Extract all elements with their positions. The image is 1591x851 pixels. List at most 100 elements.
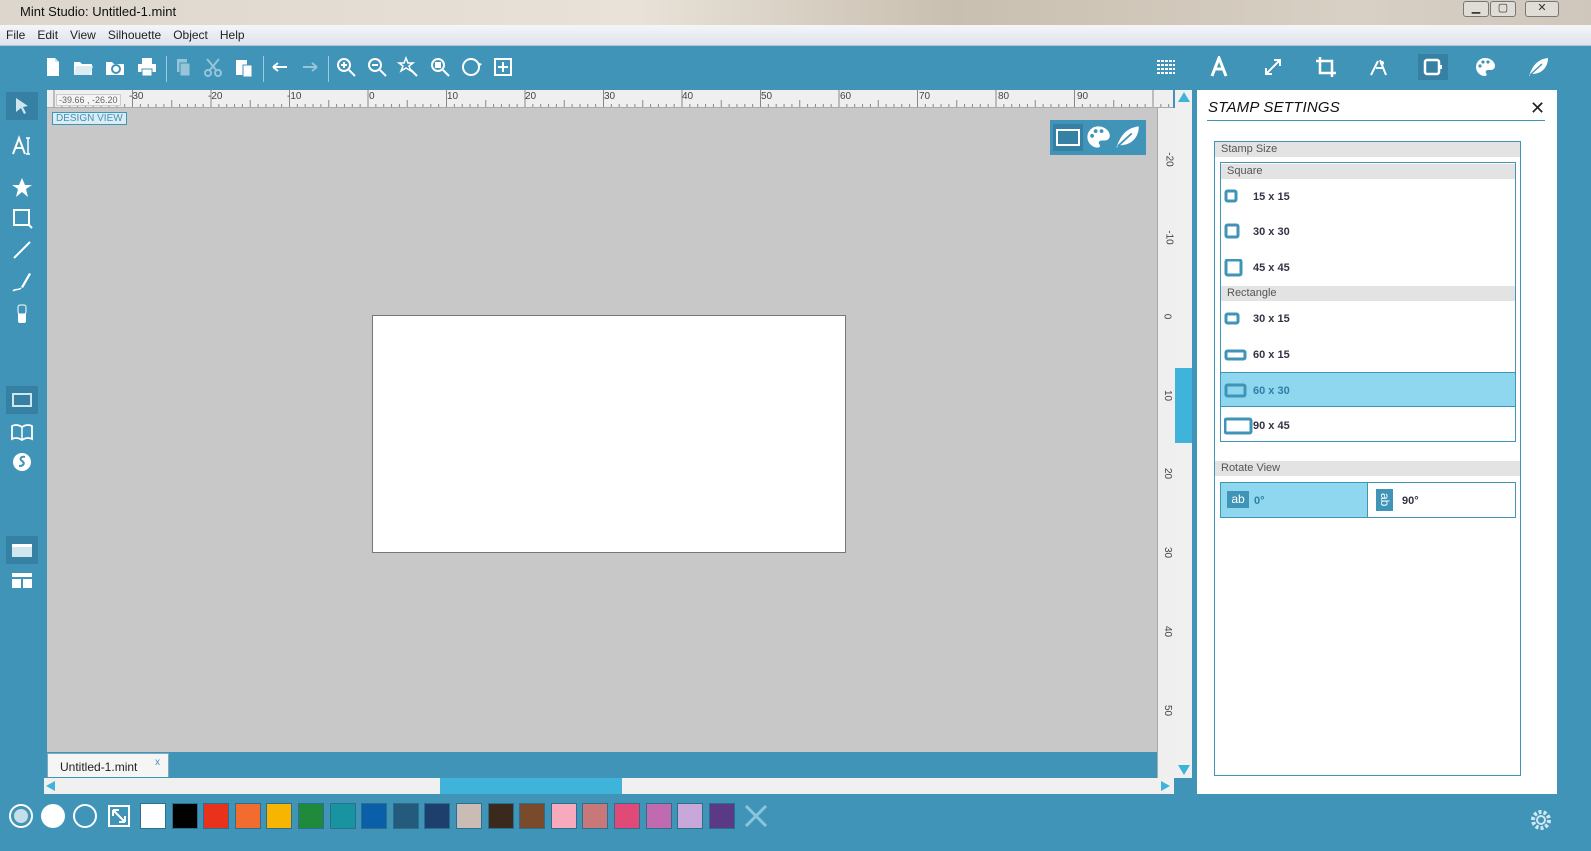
silhouette-store-icon[interactable]	[6, 448, 38, 476]
eraser-tool-icon[interactable]	[6, 300, 38, 328]
copy-icon[interactable]	[170, 54, 196, 80]
color-swatch[interactable]	[234, 803, 261, 829]
cut-icon[interactable]	[200, 54, 226, 80]
color-swatch[interactable]	[645, 803, 672, 829]
document-tab[interactable]: Untitled-1.mint x	[47, 753, 169, 777]
menu-edit[interactable]: Edit	[31, 25, 64, 42]
canvas-view-icon[interactable]	[1053, 124, 1083, 151]
pan-icon[interactable]	[458, 54, 484, 80]
zoom-out-icon[interactable]	[364, 54, 390, 80]
select-tool-icon[interactable]	[6, 92, 38, 120]
redo-icon[interactable]	[297, 54, 323, 80]
ruler-label: 80	[998, 91, 1010, 102]
ruler-label: -10	[287, 91, 302, 102]
scroll-down-icon[interactable]	[1178, 765, 1190, 775]
rectangle-tool-icon[interactable]	[6, 204, 38, 232]
size-option-30x15[interactable]: 30 x 15	[1221, 301, 1515, 336]
color-swatch[interactable]	[519, 803, 546, 829]
color-swatch[interactable]	[708, 803, 735, 829]
color-swatch[interactable]	[171, 803, 198, 829]
single-panel-icon[interactable]	[6, 536, 38, 564]
vertical-ruler: -20 -10 0 10 20 30 40 50	[1157, 108, 1175, 778]
fill-stroke-icon[interactable]	[9, 804, 33, 828]
menu-object[interactable]: Object	[167, 25, 214, 42]
pen-tool-icon[interactable]	[6, 268, 38, 296]
settings-gear-icon[interactable]	[1529, 808, 1553, 832]
open-recent-icon[interactable]	[102, 54, 128, 80]
size-option-15x15[interactable]: 15 x 15	[1221, 179, 1515, 214]
close-window-button[interactable]: ✕	[1525, 1, 1559, 17]
grid-settings-icon[interactable]	[1153, 54, 1179, 80]
color-swatch[interactable]	[424, 803, 451, 829]
color-swatch[interactable]	[140, 803, 166, 829]
size-option-60x30-selected[interactable]: 60 x 30	[1221, 372, 1515, 407]
resize-arrow-icon[interactable]	[107, 804, 131, 828]
paste-icon[interactable]	[231, 54, 257, 80]
undo-icon[interactable]	[267, 54, 293, 80]
leaf-icon[interactable]	[1525, 54, 1551, 80]
rotate-0-button[interactable]: ab 0°	[1221, 483, 1367, 517]
minimize-button[interactable]: ▁	[1463, 1, 1489, 17]
color-swatch[interactable]	[266, 803, 293, 829]
size-option-45x45[interactable]: 45 x 45	[1221, 250, 1515, 285]
scroll-right-icon[interactable]	[1161, 781, 1170, 791]
color-swatch[interactable]	[677, 803, 704, 829]
ruler-label: -20	[1163, 152, 1175, 167]
menu-silhouette[interactable]: Silhouette	[102, 25, 167, 42]
line-tool-icon[interactable]	[6, 236, 38, 264]
color-swatch[interactable]	[203, 803, 230, 829]
shape-star-tool-icon[interactable]	[6, 174, 38, 202]
horizontal-scroll-thumb[interactable]	[440, 778, 622, 794]
vertical-scroll-thumb[interactable]	[1175, 368, 1192, 443]
fill-color-icon[interactable]	[41, 804, 65, 828]
text-tool-icon[interactable]	[6, 132, 38, 160]
color-palette-icon[interactable]	[1472, 54, 1498, 80]
design-view-icon[interactable]	[6, 386, 38, 414]
panel-close-icon[interactable]: ✕	[1530, 98, 1545, 119]
trace-icon[interactable]	[1366, 54, 1392, 80]
rotate-90-button[interactable]: ab 90°	[1367, 483, 1515, 517]
open-file-icon[interactable]	[70, 54, 96, 80]
color-swatch[interactable]	[298, 803, 324, 829]
menu-view[interactable]: View	[64, 25, 102, 42]
color-swatch[interactable]	[614, 803, 640, 829]
transform-icon[interactable]	[1260, 54, 1286, 80]
split-panel-icon[interactable]	[6, 566, 38, 594]
print-icon[interactable]	[134, 54, 160, 80]
zoom-fit-icon[interactable]	[427, 54, 453, 80]
new-file-icon[interactable]	[40, 54, 66, 80]
color-swatch[interactable]	[361, 803, 388, 829]
color-swatch[interactable]	[550, 803, 577, 829]
color-swatch[interactable]	[392, 803, 419, 829]
vertical-scrollbar[interactable]	[1175, 90, 1192, 778]
size-option-90x45[interactable]: 90 x 45	[1221, 408, 1515, 443]
zoom-selected-icon[interactable]	[395, 54, 421, 80]
palette-view-icon[interactable]	[1085, 124, 1113, 151]
rectangle-header: Rectangle	[1221, 286, 1515, 301]
scroll-left-icon[interactable]	[46, 781, 55, 791]
crop-icon[interactable]	[1313, 54, 1339, 80]
fit-page-icon[interactable]	[490, 54, 516, 80]
tab-close-icon[interactable]: x	[155, 757, 160, 768]
text-style-icon[interactable]	[1206, 54, 1232, 80]
no-color-icon[interactable]	[742, 802, 770, 830]
stamp-settings-icon[interactable]	[1418, 54, 1448, 80]
size-option-label: 90 x 45	[1253, 420, 1290, 432]
library-book-icon[interactable]	[6, 418, 38, 446]
maximize-button[interactable]: ▢	[1490, 1, 1516, 17]
size-option-30x30[interactable]: 30 x 30	[1221, 214, 1515, 249]
stamp-page[interactable]	[372, 315, 846, 553]
leaf-view-icon[interactable]	[1114, 124, 1142, 151]
scroll-up-icon[interactable]	[1178, 92, 1190, 102]
line-color-icon[interactable]	[73, 804, 97, 828]
color-swatch[interactable]	[487, 803, 514, 829]
color-swatch[interactable]	[329, 803, 356, 829]
menu-help[interactable]: Help	[214, 25, 251, 42]
zoom-in-icon[interactable]	[333, 54, 359, 80]
ruler-label: 20	[525, 91, 537, 102]
color-swatch[interactable]	[456, 803, 482, 829]
menu-file[interactable]: File	[0, 25, 31, 42]
color-swatch[interactable]	[582, 803, 609, 829]
horizontal-scrollbar[interactable]	[44, 778, 1174, 794]
size-option-60x15[interactable]: 60 x 15	[1221, 337, 1515, 372]
